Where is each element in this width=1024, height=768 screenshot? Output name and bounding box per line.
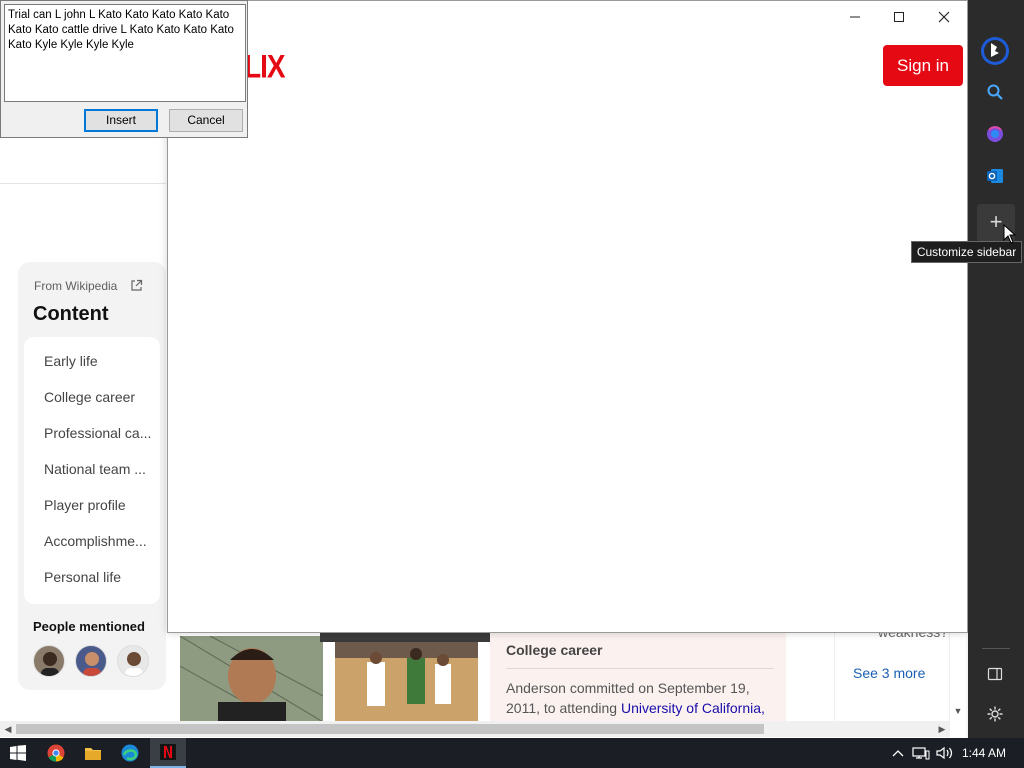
close-icon [938, 11, 950, 23]
bing-icon [981, 37, 1009, 65]
show-hidden-icons-button[interactable] [889, 744, 907, 762]
netflix-icon [160, 744, 176, 760]
volume-button[interactable] [936, 744, 954, 762]
speaker-icon [936, 746, 953, 760]
scroll-down-arrow-icon[interactable]: ▼ [951, 703, 965, 719]
close-button[interactable] [921, 3, 967, 33]
basketball-photo [335, 636, 478, 722]
file-explorer-taskbar-button[interactable] [75, 738, 111, 768]
divider [506, 668, 774, 669]
network-button[interactable] [912, 744, 930, 762]
browser-sidebar [968, 0, 1024, 738]
network-icon [912, 747, 930, 760]
bing-button[interactable] [980, 36, 1010, 66]
split-screen-button[interactable] [980, 659, 1010, 689]
cancel-button[interactable]: Cancel [169, 109, 243, 132]
see-more-link[interactable]: See 3 more [853, 665, 925, 681]
avatar[interactable] [33, 645, 65, 677]
start-button[interactable] [0, 738, 36, 768]
minimize-icon [850, 16, 860, 18]
sign-in-button[interactable]: Sign in [883, 45, 963, 86]
windows-start-icon [10, 745, 26, 761]
article-heading: College career [506, 642, 603, 658]
university-link[interactable]: University of California, [621, 700, 765, 716]
external-link-icon[interactable] [130, 279, 143, 292]
copilot-button[interactable] [980, 119, 1010, 149]
avatar[interactable] [117, 645, 149, 677]
divider [982, 648, 1010, 649]
insert-dialog: Trial can L john L Kato Kato Kato Kato K… [0, 0, 248, 138]
taskbar: 1:44 AM [0, 738, 1024, 768]
chrome-icon [47, 744, 65, 762]
chevron-up-icon [892, 750, 904, 757]
split-screen-icon [987, 667, 1003, 681]
wiki-item-player-profile[interactable]: Player profile [44, 497, 154, 513]
wiki-item-professional-career[interactable]: Professional ca... [44, 425, 154, 441]
wiki-item-accomplishments[interactable]: Accomplishme... [44, 533, 154, 549]
tooltip: Customize sidebar [911, 241, 1022, 263]
search-icon [987, 84, 1003, 100]
wiki-item-early-life[interactable]: Early life [44, 353, 154, 369]
wiki-item-personal-life[interactable]: Personal life [44, 569, 154, 585]
article-text: Anderson committed on September 19, 2011… [506, 678, 772, 718]
minimize-button[interactable] [832, 3, 878, 33]
brand-logo[interactable]: LIX [244, 49, 286, 86]
dialog-textarea[interactable]: Trial can L john L Kato Kato Kato Kato K… [4, 4, 246, 102]
insert-button[interactable]: Insert [84, 109, 158, 132]
popup-window: LIX Sign in [167, 0, 968, 633]
scroll-right-arrow-icon[interactable]: ▶ [934, 721, 950, 737]
settings-icon [987, 706, 1003, 722]
taskbar-clock[interactable]: 1:44 AM [962, 746, 1006, 760]
wiki-item-college-career[interactable]: College career [44, 389, 154, 405]
chrome-taskbar-button[interactable] [38, 738, 74, 768]
mouse-cursor-icon [1003, 224, 1017, 244]
wiki-source-label: From Wikipedia [34, 279, 118, 293]
avatar[interactable] [75, 645, 107, 677]
plus-icon: + [989, 209, 1003, 234]
player-photo [180, 636, 323, 722]
edge-taskbar-button[interactable] [112, 738, 148, 768]
search-button[interactable] [980, 77, 1010, 107]
netflix-taskbar-button[interactable] [150, 738, 186, 768]
wiki-content-title: Content [33, 303, 109, 325]
edge-icon [121, 744, 139, 762]
wiki-item-national-team[interactable]: National team ... [44, 461, 154, 477]
settings-button[interactable] [980, 699, 1010, 729]
maximize-icon [894, 12, 904, 22]
divider [0, 183, 166, 184]
scrollbar-thumb[interactable] [16, 724, 764, 734]
scroll-left-arrow-icon[interactable]: ◀ [0, 721, 16, 737]
file-explorer-icon [85, 748, 101, 760]
maximize-button[interactable] [876, 3, 922, 33]
copilot-icon [987, 126, 1003, 142]
people-mentioned-title: People mentioned [33, 619, 145, 634]
outlook-button[interactable] [980, 161, 1010, 191]
outlook-icon [987, 169, 1003, 183]
